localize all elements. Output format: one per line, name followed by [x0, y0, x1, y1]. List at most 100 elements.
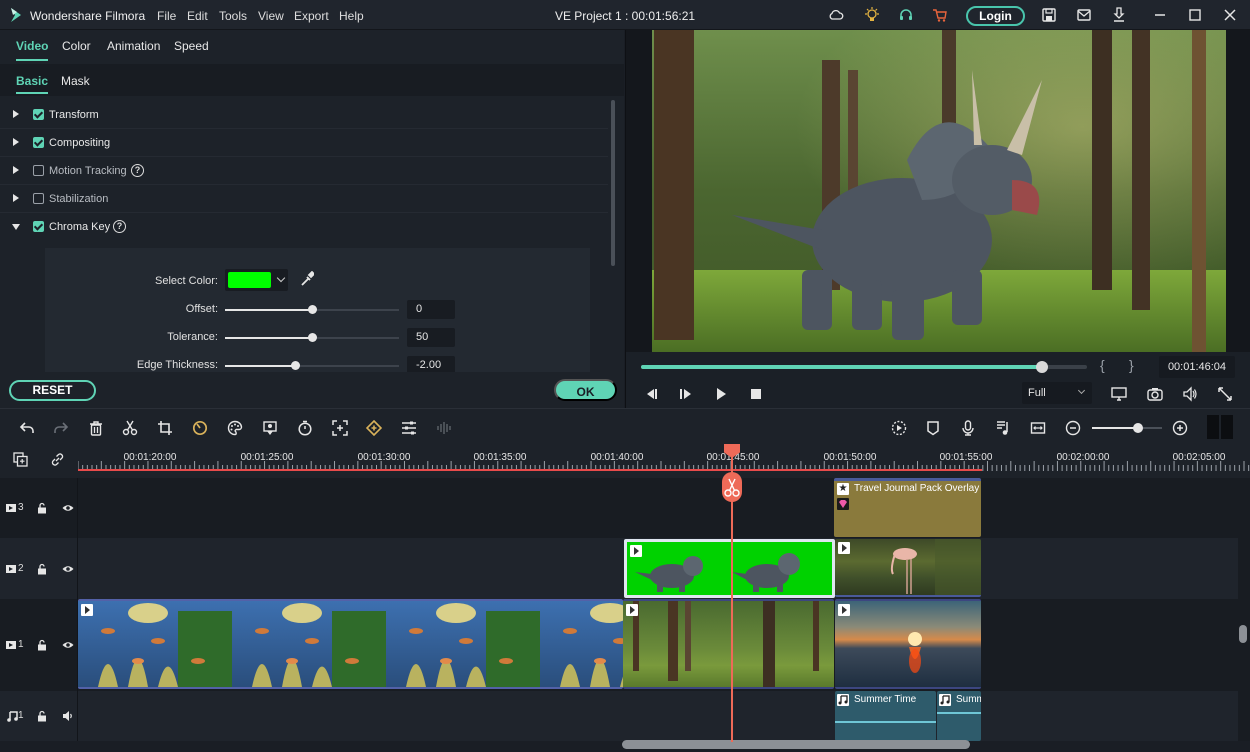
crop-icon[interactable]: [157, 420, 173, 436]
ok-button[interactable]: OK: [554, 379, 617, 401]
work-area-bar[interactable]: [78, 469, 982, 471]
display-settings-icon[interactable]: [1111, 386, 1127, 402]
subtab-mask[interactable]: Mask: [61, 74, 90, 88]
snapshot-icon[interactable]: [1147, 386, 1163, 402]
chroma-key-checkbox[interactable]: [33, 221, 44, 232]
audio-clip-summer-time-2[interactable]: Summn: [937, 691, 981, 741]
tab-speed[interactable]: Speed: [174, 39, 209, 53]
stop-icon[interactable]: [749, 387, 763, 401]
reset-button[interactable]: RESET: [9, 380, 96, 401]
adjust-icon[interactable]: [401, 420, 417, 436]
headset-icon[interactable]: [898, 7, 914, 23]
offset-input[interactable]: 0: [407, 300, 455, 319]
edge-thickness-slider[interactable]: [225, 361, 399, 370]
eyedropper-icon[interactable]: [300, 271, 314, 287]
link-icon[interactable]: [50, 452, 65, 467]
mark-out-button[interactable]: }: [1129, 357, 1134, 373]
mail-icon[interactable]: [1076, 7, 1092, 23]
help-icon[interactable]: ?: [131, 164, 144, 177]
menu-help[interactable]: Help: [339, 9, 364, 23]
eye-icon[interactable]: [62, 502, 74, 514]
section-chroma-key[interactable]: Chroma Key ?: [0, 213, 608, 241]
mark-in-button[interactable]: {: [1100, 357, 1105, 373]
zoom-knob[interactable]: [1132, 423, 1143, 433]
section-stabilization[interactable]: Stabilization: [0, 185, 608, 213]
speed-icon[interactable]: [192, 420, 208, 436]
minimize-icon[interactable]: [1152, 7, 1168, 23]
sunset-clip[interactable]: [835, 599, 981, 689]
audio-clip-summer-time[interactable]: Summer Time: [835, 691, 936, 741]
volume-line[interactable]: [835, 721, 936, 723]
render-preview-icon[interactable]: [891, 420, 907, 436]
timeline-ruler[interactable]: 00:01:20:00 00:01:25:00 00:01:30:00 00:0…: [0, 445, 1250, 478]
lock-icon[interactable]: [36, 502, 48, 514]
voiceover-icon[interactable]: [960, 420, 976, 436]
lock-icon[interactable]: [36, 639, 48, 651]
play-icon[interactable]: [714, 387, 728, 401]
panel-scrollbar[interactable]: [611, 100, 615, 266]
stabilization-checkbox[interactable]: [33, 193, 44, 204]
undo-icon[interactable]: [19, 420, 35, 436]
prev-frame-icon[interactable]: [644, 387, 658, 401]
slider-knob[interactable]: [290, 361, 300, 370]
slider-knob[interactable]: [308, 333, 317, 342]
color-swatch[interactable]: [228, 272, 271, 288]
lock-icon[interactable]: [36, 563, 48, 575]
help-icon[interactable]: ?: [113, 220, 126, 233]
menu-export[interactable]: Export: [294, 9, 329, 23]
speaker-icon[interactable]: [62, 710, 74, 722]
tab-animation[interactable]: Animation: [107, 39, 160, 53]
transform-checkbox[interactable]: [33, 109, 44, 120]
motion-tracking-checkbox[interactable]: [33, 165, 44, 176]
login-button[interactable]: Login: [966, 6, 1025, 26]
collapse-arrow-icon[interactable]: [12, 224, 20, 230]
expand-arrow-icon[interactable]: [13, 194, 19, 202]
close-icon[interactable]: [1222, 7, 1238, 23]
aquarium-clip[interactable]: [78, 599, 623, 689]
expand-arrow-icon[interactable]: [13, 110, 19, 118]
tab-video[interactable]: Video: [16, 39, 49, 61]
keyframe-icon[interactable]: [366, 420, 382, 436]
audio-mixer-icon[interactable]: [436, 420, 452, 436]
track-lane-v3[interactable]: [78, 478, 1238, 538]
layout-toggle-icon[interactable]: [1207, 415, 1233, 439]
delete-icon[interactable]: [88, 420, 104, 436]
zoom-in-icon[interactable]: [1172, 420, 1188, 436]
lightbulb-icon[interactable]: [864, 7, 880, 23]
fullscreen-icon[interactable]: [1217, 386, 1233, 402]
green-screen-clip[interactable]: [624, 539, 835, 598]
volume-icon[interactable]: [1182, 386, 1198, 402]
timeline-vertical-scrollbar[interactable]: [1239, 625, 1247, 643]
expand-arrow-icon[interactable]: [13, 138, 19, 146]
marker-icon[interactable]: [925, 420, 941, 436]
save-icon[interactable]: [1041, 7, 1057, 23]
fit-timeline-icon[interactable]: [1030, 420, 1046, 436]
cloud-icon[interactable]: [828, 7, 844, 23]
tolerance-slider[interactable]: [225, 333, 399, 342]
expand-arrow-icon[interactable]: [13, 166, 19, 174]
preview-progress-slider[interactable]: [641, 361, 1087, 373]
color-palette-icon[interactable]: [227, 420, 243, 436]
eye-icon[interactable]: [62, 639, 74, 651]
track-lane-a1[interactable]: [78, 691, 1238, 741]
progress-knob[interactable]: [1036, 361, 1049, 373]
quality-select[interactable]: Full: [1022, 382, 1092, 404]
maximize-icon[interactable]: [1187, 7, 1203, 23]
audio-track-icon[interactable]: [995, 420, 1011, 436]
download-icon[interactable]: [1111, 7, 1127, 23]
timeline-horizontal-scrollbar[interactable]: [622, 740, 970, 749]
timeline-zoom-slider[interactable]: [1092, 423, 1162, 433]
section-compositing[interactable]: Compositing: [0, 129, 608, 157]
zoom-out-icon[interactable]: [1065, 420, 1081, 436]
menu-file[interactable]: File: [157, 9, 176, 23]
split-scissors-button[interactable]: [722, 472, 742, 502]
play-slow-icon[interactable]: [679, 387, 693, 401]
duration-icon[interactable]: [297, 420, 313, 436]
cart-icon[interactable]: [932, 7, 948, 23]
freeze-frame-icon[interactable]: [262, 420, 278, 436]
flamingo-clip[interactable]: [835, 539, 981, 597]
menu-edit[interactable]: Edit: [187, 9, 208, 23]
menu-tools[interactable]: Tools: [219, 9, 247, 23]
tolerance-input[interactable]: 50: [407, 328, 455, 347]
tab-color[interactable]: Color: [62, 39, 91, 53]
